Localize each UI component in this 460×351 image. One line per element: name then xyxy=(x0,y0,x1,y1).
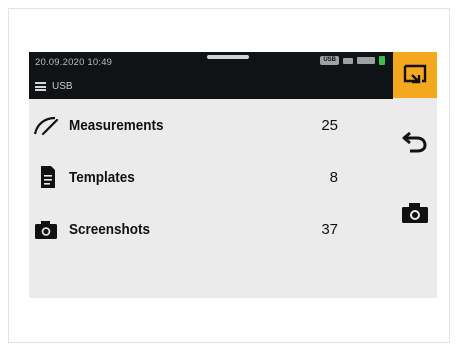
back-button[interactable] xyxy=(393,118,437,164)
breadcrumb[interactable]: USB xyxy=(35,81,73,92)
folder-list: Measurements 25 Templates 8 Screenshots … xyxy=(29,99,393,255)
charge-indicator-icon xyxy=(379,56,385,65)
export-icon xyxy=(403,64,427,84)
list-item-screenshots[interactable]: Screenshots 37 xyxy=(29,203,393,255)
drag-handle[interactable] xyxy=(207,55,249,59)
screenshot-button[interactable] xyxy=(393,190,437,236)
gauge-icon xyxy=(33,116,59,136)
status-icons: USB xyxy=(320,56,385,65)
back-arrow-icon xyxy=(402,131,427,153)
status-bar: 20.09.2020 10:49 USB USB xyxy=(29,52,393,99)
menu-icon[interactable] xyxy=(35,82,46,91)
status-datetime: 20.09.2020 10:49 xyxy=(35,57,113,68)
usb-status-icon: USB xyxy=(320,56,339,65)
document-icon xyxy=(41,166,55,188)
list-item-count: 25 xyxy=(321,117,338,134)
list-item-measurements[interactable]: Measurements 25 xyxy=(29,99,393,151)
device-screen: 20.09.2020 10:49 USB USB Measurements 25 xyxy=(29,52,437,298)
export-button[interactable] xyxy=(393,52,437,98)
list-item-templates[interactable]: Templates 8 xyxy=(29,151,393,203)
camera-icon xyxy=(35,221,57,239)
list-item-count: 37 xyxy=(321,221,338,238)
action-sidebar xyxy=(393,52,437,298)
breadcrumb-label: USB xyxy=(52,81,73,92)
list-item-label: Screenshots xyxy=(69,221,151,238)
plug-icon xyxy=(343,57,353,64)
battery-icon xyxy=(357,57,375,64)
list-item-label: Templates xyxy=(69,169,135,186)
camera-icon xyxy=(402,203,428,223)
list-item-label: Measurements xyxy=(69,117,164,134)
list-item-count: 8 xyxy=(329,169,338,186)
